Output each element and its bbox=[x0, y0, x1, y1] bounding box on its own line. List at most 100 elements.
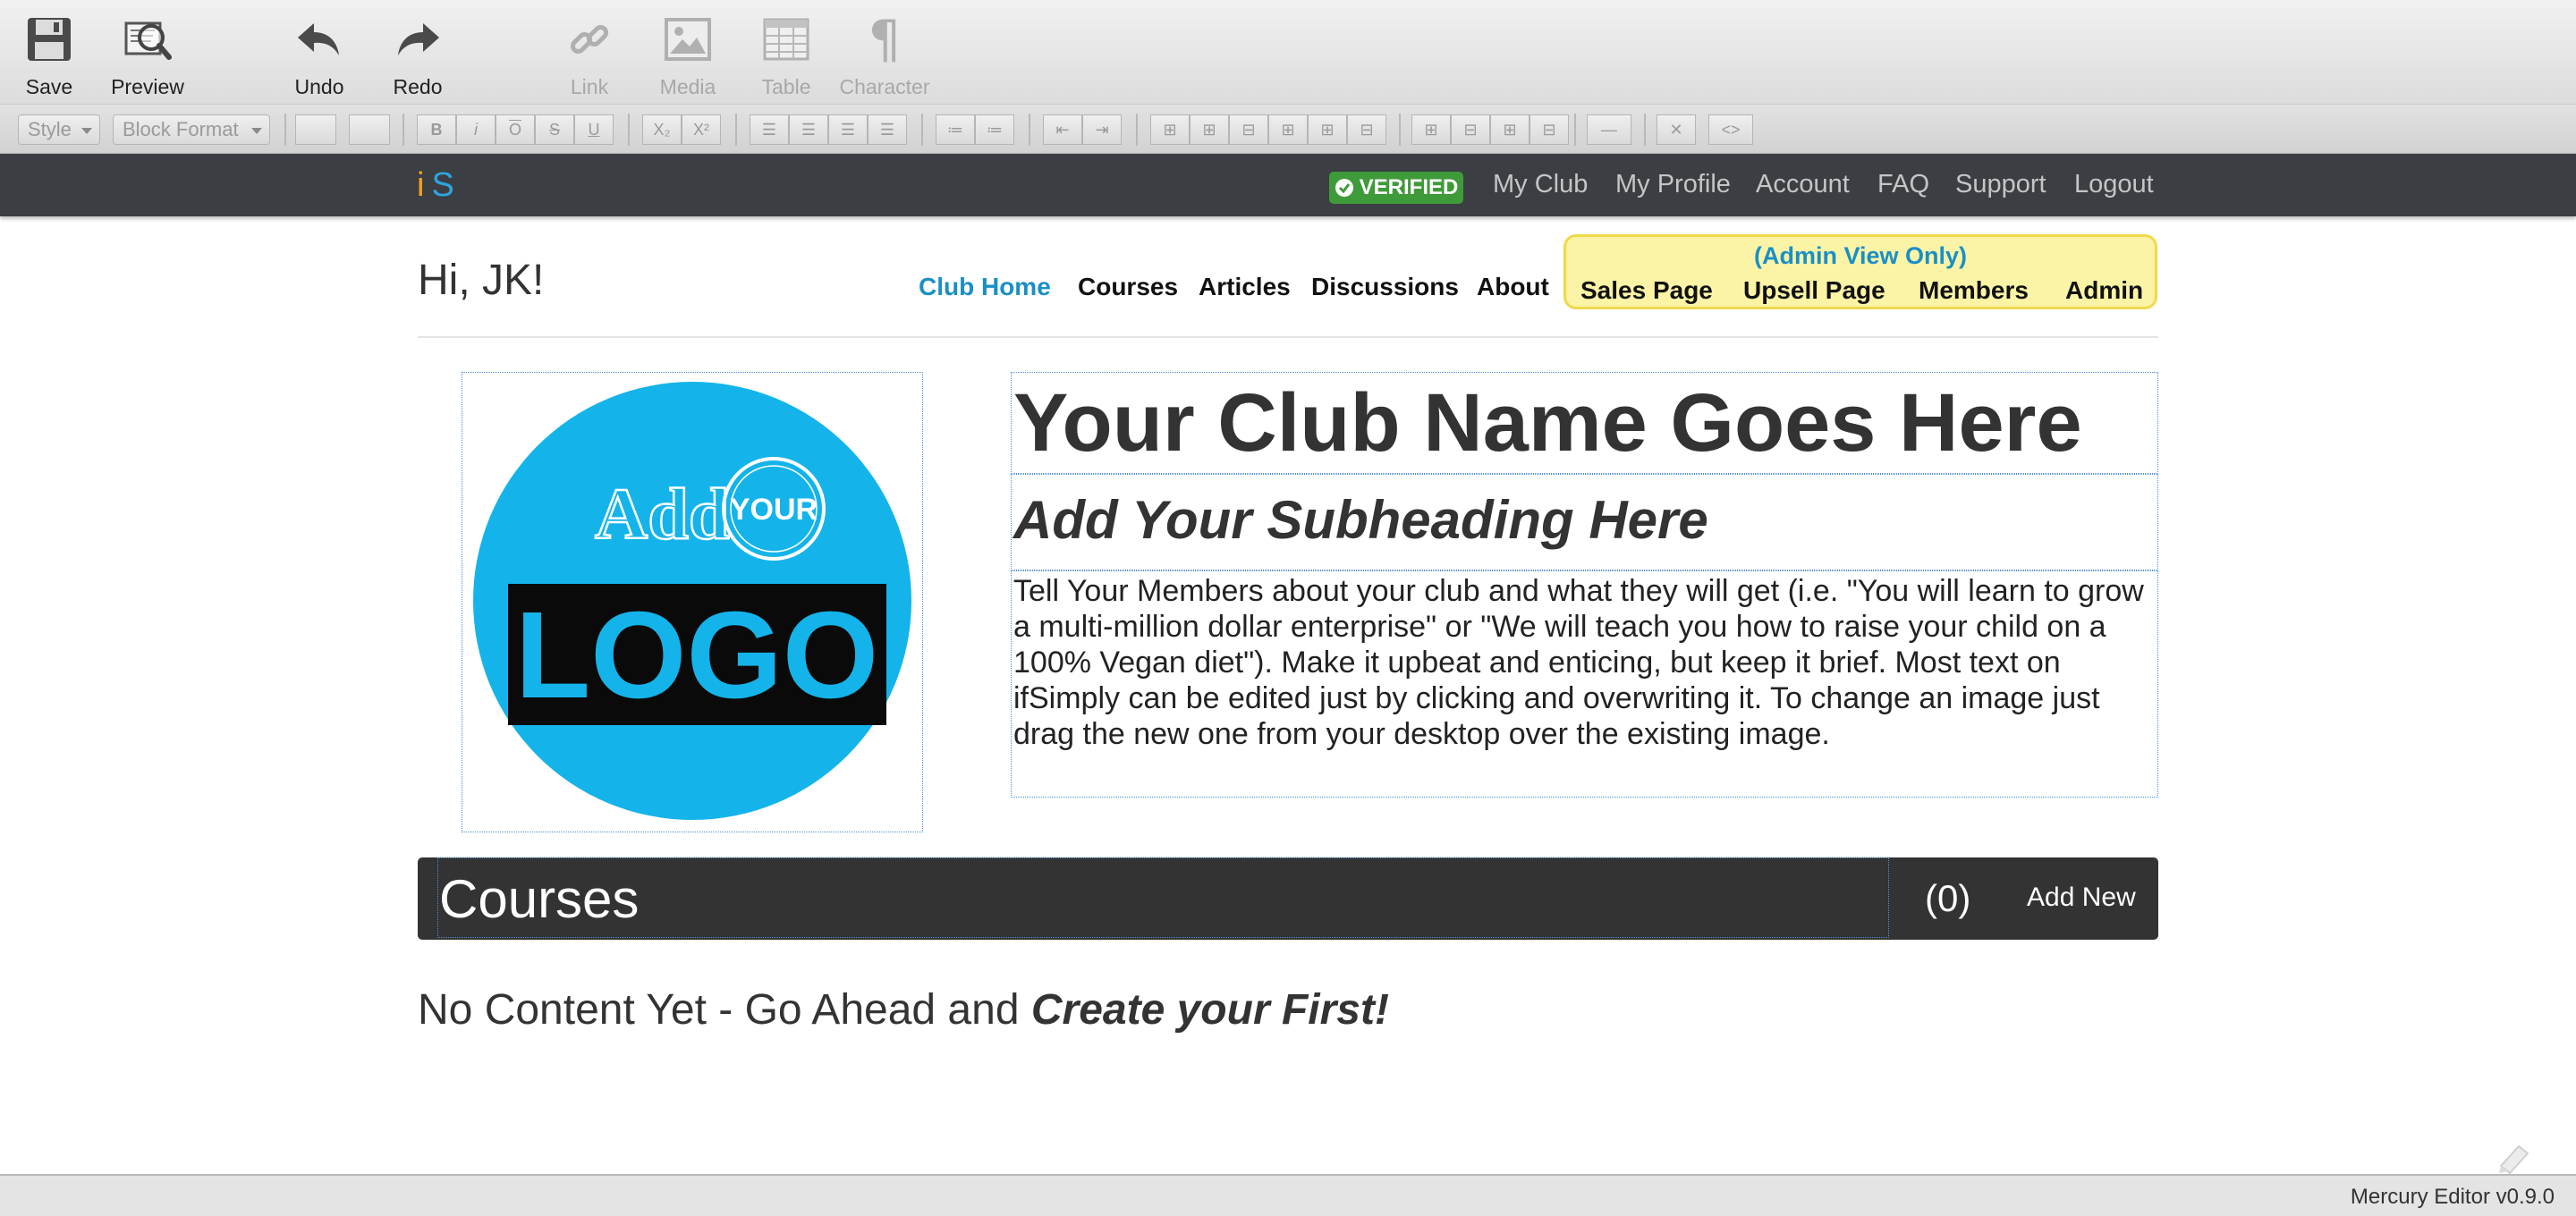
bullet-list-icon: ≔ bbox=[947, 120, 963, 139]
media-label: Media bbox=[659, 75, 716, 98]
courses-header-bar: Courses (0) Add New bbox=[418, 857, 2158, 940]
toolbar-separator bbox=[1029, 114, 1030, 146]
align-center-button[interactable]: ☰ bbox=[789, 114, 828, 145]
image-icon bbox=[659, 11, 716, 68]
underline-button[interactable]: U bbox=[574, 114, 614, 145]
align-right-button[interactable]: ☰ bbox=[828, 114, 868, 145]
table-label: Table bbox=[761, 75, 811, 98]
subscript-button[interactable]: X₂ bbox=[642, 114, 682, 145]
insert-column-before-icon: ⊞ bbox=[1281, 120, 1295, 139]
club-nav-about[interactable]: About bbox=[1477, 273, 1549, 301]
club-description[interactable]: Tell Your Members about your club and wh… bbox=[1011, 570, 2158, 798]
nav-my-club[interactable]: My Club bbox=[1493, 170, 1588, 199]
text-color-button[interactable] bbox=[349, 114, 390, 145]
brand-logo[interactable]: iS bbox=[417, 166, 454, 205]
save-label: Save bbox=[25, 75, 73, 98]
empty-content-message: No Content Yet - Go Ahead and Create you… bbox=[418, 985, 1389, 1034]
club-nav-discussions[interactable]: Discussions bbox=[1311, 273, 1459, 301]
nav-logout[interactable]: Logout bbox=[2074, 170, 2154, 199]
redo-arrow-icon bbox=[389, 11, 446, 68]
admin-nav-sales-page[interactable]: Sales Page bbox=[1580, 276, 1713, 305]
logo-add-text: Add bbox=[595, 473, 729, 554]
club-nav-articles[interactable]: Articles bbox=[1199, 273, 1291, 301]
verified-label: VERIFIED bbox=[1359, 175, 1459, 199]
media-button[interactable]: Media bbox=[639, 11, 737, 100]
insert-column-after-button[interactable]: ⊞ bbox=[1308, 114, 1347, 145]
delete-column-button[interactable]: ⊟ bbox=[1347, 114, 1386, 145]
insert-row-after-icon: ⊞ bbox=[1202, 120, 1216, 139]
nav-my-profile[interactable]: My Profile bbox=[1615, 170, 1731, 199]
edit-pencil-icon[interactable] bbox=[2496, 1139, 2535, 1175]
html-editor-button[interactable]: <> bbox=[1708, 114, 1753, 145]
logo-logo-text: LOGO bbox=[515, 587, 878, 724]
undo-button[interactable]: Undo bbox=[270, 11, 369, 100]
style-select[interactable]: Style bbox=[18, 114, 100, 145]
courses-title-editable[interactable] bbox=[437, 857, 1889, 938]
preview-button[interactable]: Preview bbox=[98, 11, 197, 100]
club-nav-courses[interactable]: Courses bbox=[1078, 273, 1178, 301]
close-x-icon: ✕ bbox=[1669, 120, 1683, 139]
greeting: Hi, JK! bbox=[418, 257, 545, 304]
admin-nav-admin[interactable]: Admin bbox=[2065, 276, 2143, 305]
insert-column-before-button[interactable]: ⊞ bbox=[1268, 114, 1308, 145]
remove-formatting-button[interactable]: ✕ bbox=[1657, 114, 1696, 145]
decrease-colspan-button[interactable]: ⊟ bbox=[1451, 114, 1490, 145]
link-button[interactable]: Link bbox=[540, 11, 639, 100]
increase-rowspan-button[interactable]: ⊞ bbox=[1490, 114, 1530, 145]
align-left-button[interactable]: ☰ bbox=[750, 114, 789, 145]
character-label: Character bbox=[839, 75, 930, 98]
overline-button[interactable]: O bbox=[496, 114, 535, 145]
horizontal-rule-button[interactable]: — bbox=[1587, 114, 1631, 145]
nav-faq[interactable]: FAQ bbox=[1877, 170, 1929, 199]
decrease-rowspan-button[interactable]: ⊟ bbox=[1530, 114, 1569, 145]
redo-label: Redo bbox=[393, 75, 443, 98]
strikethrough-button[interactable]: S bbox=[535, 114, 574, 145]
nav-account[interactable]: Account bbox=[1756, 170, 1850, 199]
increase-colspan-button[interactable]: ⊞ bbox=[1411, 114, 1451, 145]
toolbar-separator bbox=[921, 114, 923, 146]
justify-button[interactable]: ☰ bbox=[868, 114, 907, 145]
editor-toolbar: Save Preview Undo Redo Link Media Table … bbox=[0, 0, 2576, 104]
verified-badge[interactable]: VERIFIED bbox=[1329, 172, 1463, 204]
save-button[interactable]: Save bbox=[0, 11, 98, 100]
add-new-course-button[interactable]: Add New bbox=[2027, 882, 2136, 913]
delete-row-button[interactable]: ⊟ bbox=[1229, 114, 1268, 145]
admin-nav-upsell-page[interactable]: Upsell Page bbox=[1743, 276, 1885, 305]
chain-link-icon bbox=[561, 11, 618, 68]
admin-nav-members[interactable]: Members bbox=[1919, 276, 2029, 305]
bold-button[interactable]: B bbox=[417, 114, 456, 145]
decrease-rowspan-icon: ⊟ bbox=[1542, 120, 1556, 139]
empty-message-prefix: No Content Yet - Go Ahead and bbox=[418, 986, 1031, 1034]
club-subheading[interactable]: Add Your Subheading Here bbox=[1011, 474, 2158, 570]
ordered-list-button[interactable]: ≔ bbox=[975, 114, 1014, 145]
table-button[interactable]: Table bbox=[737, 11, 835, 100]
editor-version: Mercury Editor v0.9.0 bbox=[2350, 1185, 2555, 1209]
justify-icon: ☰ bbox=[879, 120, 895, 139]
redo-button[interactable]: Redo bbox=[369, 11, 467, 100]
create-first-link[interactable]: Create your First! bbox=[1031, 986, 1389, 1034]
club-nav-home[interactable]: Club Home bbox=[919, 273, 1051, 301]
club-logo-image[interactable]: Add YOUR LOGO bbox=[462, 372, 923, 832]
insert-row-after-button[interactable]: ⊞ bbox=[1190, 114, 1229, 145]
insert-row-before-button[interactable]: ⊞ bbox=[1150, 114, 1190, 145]
check-circle-icon bbox=[1335, 179, 1353, 197]
background-color-button[interactable] bbox=[295, 114, 336, 145]
nav-support[interactable]: Support bbox=[1955, 170, 2046, 199]
outdent-button[interactable]: ⇤ bbox=[1043, 114, 1082, 145]
toolbar-separator bbox=[1644, 114, 1646, 146]
indent-button[interactable]: ⇥ bbox=[1082, 114, 1122, 145]
indent-icon: ⇥ bbox=[1095, 120, 1109, 139]
outdent-icon: ⇤ bbox=[1055, 120, 1070, 139]
block-format-select[interactable]: Block Format bbox=[113, 114, 270, 145]
italic-button[interactable]: i bbox=[456, 114, 496, 145]
unordered-list-button[interactable]: ≔ bbox=[936, 114, 975, 145]
align-right-icon: ☰ bbox=[840, 120, 856, 139]
character-button[interactable]: ¶ Character bbox=[835, 11, 934, 100]
superscript-button[interactable]: X² bbox=[682, 114, 721, 145]
undo-arrow-icon bbox=[291, 11, 348, 68]
club-name-heading[interactable]: Your Club Name Goes Here bbox=[1011, 372, 2158, 474]
horizontal-rule-icon: — bbox=[1601, 120, 1617, 139]
admin-view-label: (Admin View Only) bbox=[1753, 242, 1968, 269]
logo-placeholder-graphic: Add YOUR LOGO bbox=[473, 382, 911, 820]
delete-row-icon: ⊟ bbox=[1241, 120, 1256, 139]
